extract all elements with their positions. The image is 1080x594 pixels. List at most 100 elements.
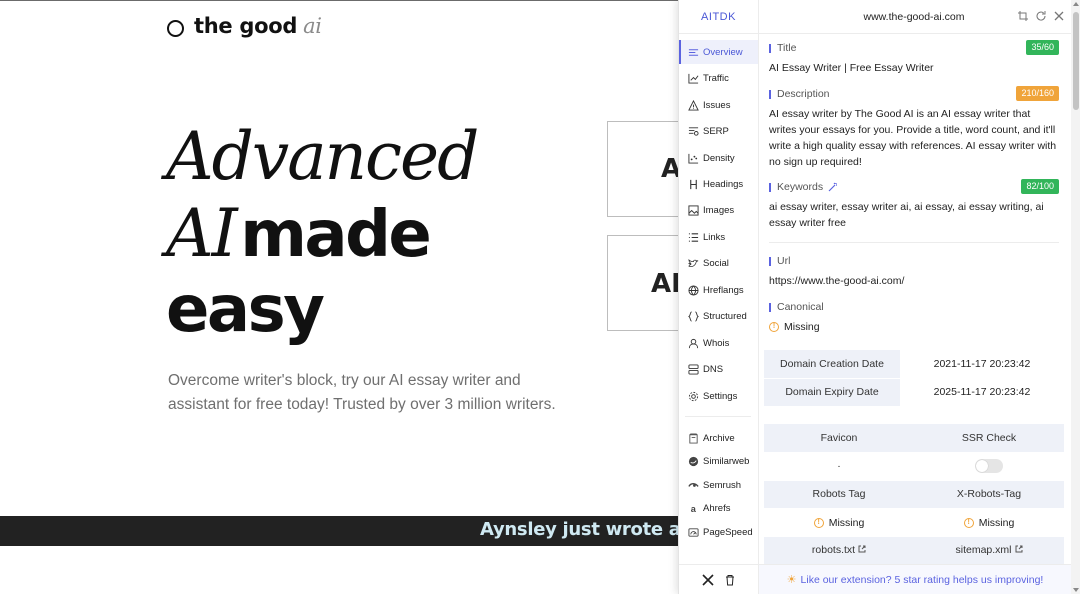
scroll-down-arrow[interactable] [1073,588,1079,592]
sidebar-item-label: Overview [703,46,743,58]
sidebar-item-hreflangs[interactable]: Hreflangs [679,278,758,302]
robots-txt-cell[interactable]: robots.txt [764,536,914,565]
table-row: Domain Expiry Date 2025-11-17 20:23:42 [764,378,1064,407]
sidebar-item-social[interactable]: Social [679,251,758,275]
scatter-icon [687,152,699,164]
canonical-value: Missing [784,321,820,333]
scroll-thumb[interactable] [1073,12,1079,110]
extension-sidebar: AITDK Overview Traffic Issues SERP Densi… [679,0,759,594]
description-label: Description [777,88,830,100]
sidebar-item-label: Archive [703,432,735,444]
sidebar-item-settings[interactable]: Settings [679,384,758,408]
sun-icon: ☀ [786,574,797,586]
svg-text:a: a [690,504,696,514]
extension-logo[interactable]: AITDK [679,0,758,34]
url-value[interactable]: https://www.the-good-ai.com/ [769,273,1059,289]
sidebar-item-dns[interactable]: DNS [679,357,758,381]
extension-main: www.the-good-ai.com Title 35/60 AI Essay … [759,0,1080,594]
sidebar-tool-archive[interactable]: Archive [679,426,758,450]
sitemap-cell[interactable]: sitemap.xml [914,536,1064,565]
sidebar-divider [685,416,751,417]
table-row: robots.txt sitemap.xml [764,536,1064,565]
archive-icon [687,432,699,444]
robots-txt-link[interactable]: robots.txt [812,544,855,556]
divider [769,242,1059,243]
list-icon [687,231,699,243]
sidebar-item-overview[interactable]: Overview [679,40,758,64]
sidebar-tool-pagespeed[interactable]: PageSpeed [679,520,758,544]
feature-card-2[interactable]: AI [607,235,687,331]
image-icon [687,204,699,216]
x-robots-label: X-Robots-Tag [914,480,1064,509]
table-row: Favicon SSR Check [764,424,1064,453]
sidebar-item-serp[interactable]: SERP [679,119,758,143]
sidebar-item-traffic[interactable]: Traffic [679,66,758,90]
sidebar-tool-similarweb[interactable]: Similarweb [679,449,758,473]
speed-icon [687,526,699,538]
refresh-icon[interactable] [1035,10,1047,22]
sidebar-item-label: DNS [703,363,724,375]
serp-icon [687,125,699,137]
sidebar-item-label: Semrush [703,479,742,491]
sidebar-footer [679,564,758,594]
sitemap-link[interactable]: sitemap.xml [955,544,1011,556]
sidebar-item-images[interactable]: Images [679,198,758,222]
sidebar-item-structured[interactable]: Structured [679,304,758,328]
sidebar-item-label: Structured [703,310,747,322]
keywords-value: ai essay writer, essay writer ai, ai ess… [769,201,1044,229]
sidebar-item-label: Headings [703,178,744,190]
semrush-icon [687,479,699,491]
panel-scrollbar[interactable] [1071,0,1080,594]
robots-tag-value: Missing [828,517,865,529]
external-link-icon [1015,544,1023,556]
title-value: AI Essay Writer | Free Essay Writer [769,62,934,74]
favicon-label: Favicon [764,424,914,453]
sidebar-item-label: Density [703,152,735,164]
sidebar-item-whois[interactable]: Whois [679,331,758,355]
description-section: Description 210/160 AI essay writer by Th… [769,86,1059,170]
feature-card-2-text: AI [651,269,681,299]
sidebar-item-label: Ahrefs [703,502,731,514]
whois-label: Domain Expiry Date [764,378,900,407]
hero-heading: Advanced AI made easy [166,118,479,349]
sidebar-item-label: Whois [703,337,730,349]
feature-card-1[interactable]: A [607,121,687,217]
sidebar-item-label: Issues [703,99,731,111]
whois-value: 2021-11-17 20:23:42 [900,350,1064,379]
ssr-cell [914,452,1064,481]
warning-circle-icon: ! [963,518,974,528]
site-logo[interactable]: the good ai [167,14,322,38]
rating-banner[interactable]: ☀ Like our extension? 5 star rating help… [759,564,1071,594]
sidebar-tool-semrush[interactable]: Semrush [679,473,758,497]
table-row: · [764,452,1064,481]
table-row: Domain Creation Date 2021-11-17 20:23:42 [764,350,1064,379]
keywords-label: Keywords [777,181,824,193]
sidebar-item-density[interactable]: Density [679,146,758,170]
magic-wand-icon[interactable] [828,182,838,192]
braces-icon [687,310,699,322]
x-twitter-icon[interactable] [701,573,714,586]
trash-icon[interactable] [724,574,736,586]
section-marker [769,89,771,99]
sidebar-item-links[interactable]: Links [679,225,758,249]
canonical-section: Canonical ! Missing [769,299,1059,335]
sidebar-item-label: PageSpeed [703,526,753,538]
ahrefs-icon: a [687,502,699,514]
hero-subtitle: Overcome writer's block, try our AI essa… [168,372,556,413]
sidebar-item-label: Social [703,257,729,269]
sidebar-tool-ahrefs[interactable]: a Ahrefs [679,496,758,520]
page: the good ai Advanced AI made easy Overcom… [0,0,1080,594]
robots-tag-status: ! Missing [764,508,914,537]
keywords-section: Keywords 82/100 ai essay writer, essay wr… [769,179,1059,231]
section-marker [769,182,771,192]
bird-icon [687,257,699,269]
ssr-toggle[interactable] [975,459,1003,473]
crop-icon[interactable] [1017,10,1029,22]
sidebar-item-headings[interactable]: Headings [679,172,758,196]
favicon-value: · [764,452,914,481]
sidebar-item-issues[interactable]: Issues [679,93,758,117]
scroll-up-arrow[interactable] [1073,2,1079,6]
close-icon[interactable] [1053,10,1065,22]
ssr-label: SSR Check [914,424,1064,453]
title-section: Title 35/60 AI Essay Writer | Free Essay … [769,40,1059,76]
